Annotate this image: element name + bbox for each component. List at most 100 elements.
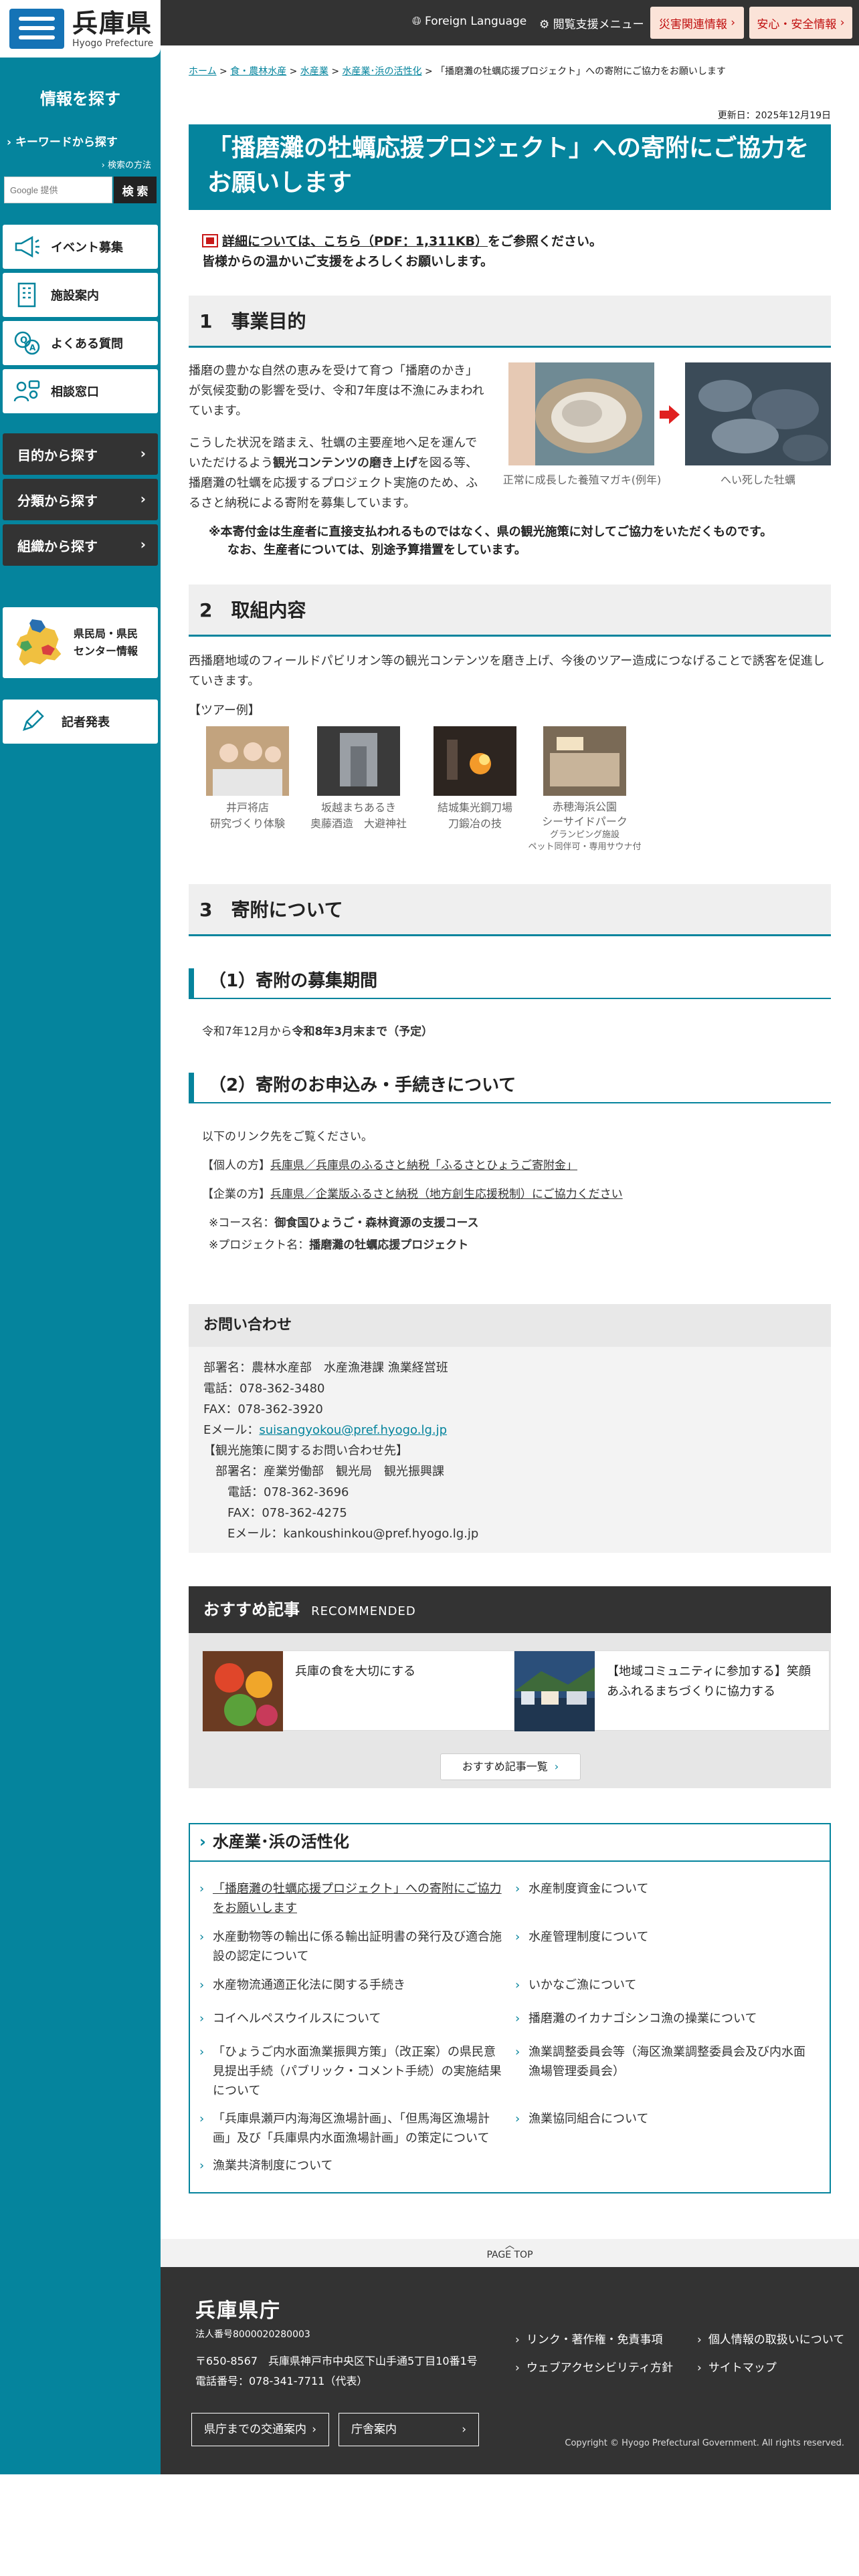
donation-note: ※本寄付金は生産者に直接支払われるものではなく、県の観光施策に対してご協力をいた… (209, 525, 773, 557)
foreign-language-button[interactable]: 🌐︎ Foreign Language (412, 15, 527, 28)
town-photo (514, 1651, 595, 1731)
site-name-en: Hyogo Prefecture (72, 38, 154, 49)
details-pdf-link[interactable]: 詳細については、こちら（PDF：1,311KB） (222, 234, 488, 249)
chevron-right-icon: › (199, 1832, 206, 1851)
pen-icon (23, 710, 44, 731)
subheading-procedure: （2）寄附のお申込み・手続きについて (189, 1073, 831, 1103)
tour-caption-sword: 結城集光鋼刀場 刀鍛冶の技 (437, 801, 512, 830)
related-heading: 水産業･浜の活性化 (212, 1832, 349, 1851)
search-button[interactable]: 検 索 (114, 177, 157, 203)
breadcrumb: ホーム > 食・農林水産 > 水産業 > 水産業･浜の活性化 > 「播磨灘の牡蠣… (189, 66, 726, 77)
accessibility-menu-button[interactable]: ⚙ 閲覧支援メニュー (539, 15, 644, 31)
recommended-list-button[interactable]: おすすめ記事一覧 › (440, 1753, 581, 1780)
healthy-oyster-photo (508, 362, 654, 465)
copyright: Copyright © Hyogo Prefectural Government… (565, 2438, 844, 2448)
search-input[interactable] (4, 177, 112, 203)
sidebar: 兵庫県 Hyogo Prefecture 情報を探す › キーワードから探す ›… (0, 0, 161, 2474)
building-icon (13, 282, 40, 308)
related-link[interactable]: › 水産制度資金について (515, 1879, 816, 1899)
related-link[interactable]: › コイヘルペスウイルスについて (199, 2009, 507, 2028)
recommended-heading: おすすめ記事 (203, 1600, 300, 1619)
updated-date: 更新日：2025年12月19日 (717, 110, 831, 121)
subheading-period: （1）寄附の募集期間 (189, 968, 831, 999)
related-link[interactable]: › 「兵庫県瀬戸内海海区漁場計画」、「但馬海区漁場計画」及び「兵庫県内水面漁場計画… (199, 2109, 507, 2148)
contact-email-link[interactable]: suisangyokou@pref.hyogo.lg.jp (259, 1423, 447, 1437)
breadcrumb-fisheries[interactable]: 水産業 (300, 66, 328, 77)
breadcrumb-food-agri[interactable]: 食・農林水産 (230, 66, 286, 77)
related-link[interactable]: › 「ひょうご内水面漁業振興方策」（改正案）の県民意見提出手続（パブリック・コメン… (199, 2042, 507, 2101)
related-link[interactable]: › いかなご漁について (515, 1975, 816, 1995)
breadcrumb-home[interactable]: ホーム (189, 66, 217, 77)
sidebar-item-faq[interactable]: QA よくある質問 (3, 321, 158, 365)
breadcrumb-current: 「播磨灘の牡蠣応援プロジェクト」への寄附にご協力をお願いします (436, 66, 726, 77)
tour-caption-sakoshi: 坂越まちあるき 奥藤酒造 大避神社 (310, 801, 407, 830)
building-guide-button[interactable]: 庁舎案内 › (339, 2413, 479, 2446)
tour-photo-sakoshi (317, 726, 400, 796)
safety-info-button[interactable]: 安心・安全情報 › (749, 7, 852, 39)
chevron-right-icon: › (727, 16, 736, 29)
site-logo[interactable]: 兵庫県 Hyogo Prefecture (0, 0, 161, 58)
browse-by-category[interactable]: 分類から探す › (3, 479, 158, 520)
prefecture-emblem-icon (9, 9, 64, 49)
related-link[interactable]: › 「播磨灘の牡蠣応援プロジェクト」への寄附にご協力をお願いします (199, 1879, 507, 1918)
purpose-paragraph-2: こうした状況を踏まえ、牡蠣の主要産地へ足を運んで いただけるよう観光コンテンツの… (189, 436, 478, 510)
healthy-oyster-caption: 正常に成長した養殖マガキ(例年) (502, 473, 662, 486)
procedure-list: 以下のリンク先をご覧ください。 【個人の方】兵庫県／兵庫県のふるさと納税「ふるさ… (202, 1130, 623, 1252)
chevron-right-icon: › (140, 491, 146, 507)
tour-photo-sword (434, 726, 516, 796)
tour-example-label: 【ツアー例】 (189, 704, 260, 718)
page-top-button[interactable]: ︿ PAGE TOP (161, 2239, 859, 2267)
dead-oyster-photo (685, 362, 831, 465)
related-link[interactable]: › 漁業共済制度について (199, 2156, 507, 2175)
gear-icon: ⚙ (539, 18, 553, 31)
pdf-icon (202, 234, 218, 247)
related-links: › 水産業･浜の活性化 › 「播磨灘の牡蠣応援プロジェクト」への寄附にご協力をお願い… (189, 1823, 831, 2193)
svg-text:A: A (29, 343, 36, 352)
browse-by-organization[interactable]: 組織から探す › (3, 524, 158, 566)
chevron-right-icon: › (836, 16, 845, 29)
site-name: 兵庫県 (72, 9, 153, 38)
chevron-up-icon: ︿ (505, 2240, 514, 2251)
related-link[interactable]: › 水産動物等の輸出に係る輸出証明書の発行及び適合施設の認定について (199, 1927, 507, 1966)
contact-box: お問い合わせ 部署名：農林水産部 水産漁港課 漁業経営班 電話：078-362-… (189, 1304, 831, 1553)
press-release-link[interactable]: 記者発表 (3, 700, 158, 744)
browse-by-purpose[interactable]: 目的から探す › (3, 433, 158, 475)
regional-center-info[interactable]: 県民局・県民 センター情報 (3, 607, 158, 678)
sidebar-item-consultation[interactable]: 相談窓口 (3, 369, 158, 413)
top-bar: 🌐︎ Foreign Language ⚙ 閲覧支援メニュー 災害関連情報 › … (161, 0, 859, 45)
sidebar-item-facilities[interactable]: 施設案内 (3, 273, 158, 317)
chevron-right-icon: › (7, 136, 15, 149)
purpose-paragraph-1: 播磨の豊かな自然の恵みを受けて育つ「播磨のかき」 が気候変動の影響を受け、令和7年… (189, 364, 484, 418)
tour-caption-ink: 井戸将店 研究づくり体験 (209, 801, 285, 830)
sidebar-item-events[interactable]: イベント募集 (3, 225, 158, 269)
chevron-right-icon: › (312, 2423, 316, 2436)
recommended-card[interactable]: 【地域コミュニティに参加する】笑顔あふれるまちづくりに協力する (514, 1650, 830, 1731)
chevron-right-icon: › (462, 2423, 466, 2436)
activities-paragraph: 西播磨地域のフィールドパビリオン等の観光コンテンツを磨き上げ、今後のツアー造成に… (189, 654, 825, 688)
disaster-info-button[interactable]: 災害関連情報 › (650, 7, 744, 39)
footer-link-sitemap[interactable]: › サイトマップ (697, 2358, 777, 2375)
keyword-search-label: › キーワードから探す (7, 136, 118, 149)
hyogo-map-icon (15, 619, 62, 667)
question-bubble-icon: QA (13, 330, 40, 356)
access-guide-button[interactable]: 県庁までの交通案内 › (191, 2413, 329, 2446)
footer-link-privacy[interactable]: › 個人情報の取扱いについて (697, 2330, 844, 2347)
footer-link-copyright[interactable]: › リンク・著作権・免責事項 (515, 2330, 662, 2347)
related-link[interactable]: › 播磨灘のイカナゴシンコ漁の操業について (515, 2009, 816, 2028)
recommended-card[interactable]: 兵庫の食を大切にする (202, 1650, 518, 1731)
related-link[interactable]: › 水産管理制度について (515, 1927, 816, 1947)
section-heading-donation: 3 寄附について (189, 884, 831, 936)
food-photo (203, 1651, 283, 1731)
contact-heading: お問い合わせ (189, 1304, 831, 1347)
tour-photo-ink (206, 726, 289, 796)
corporate-donation-link[interactable]: 兵庫県／企業版ふるさと納税（地方創生応援税制）にご協力ください (270, 1188, 623, 1201)
footer-link-accessibility[interactable]: › ウェブアクセシビリティ方針 (515, 2358, 673, 2375)
related-link[interactable]: › 漁業協同組合について (515, 2109, 816, 2129)
related-link[interactable]: › 水産物流通適正化法に関する手続き (199, 1975, 507, 1995)
footer-address: 〒650-8567 兵庫県神戸市中央区下山手通5丁目10番1号 電話番号：078… (195, 2355, 478, 2387)
chevron-right-icon: › (554, 1760, 559, 1773)
search-howto-link[interactable]: › 検索の方法 (102, 158, 151, 171)
related-link[interactable]: › 漁業調整委員会等（海区漁業調整委員会及び内水面漁場管理委員会） (515, 2042, 816, 2081)
breadcrumb-fisheries-revitalization[interactable]: 水産業･浜の活性化 (343, 66, 422, 77)
individual-donation-link[interactable]: 兵庫県／兵庫県のふるさと納税「ふるさとひょうご寄附金」 (270, 1159, 577, 1172)
